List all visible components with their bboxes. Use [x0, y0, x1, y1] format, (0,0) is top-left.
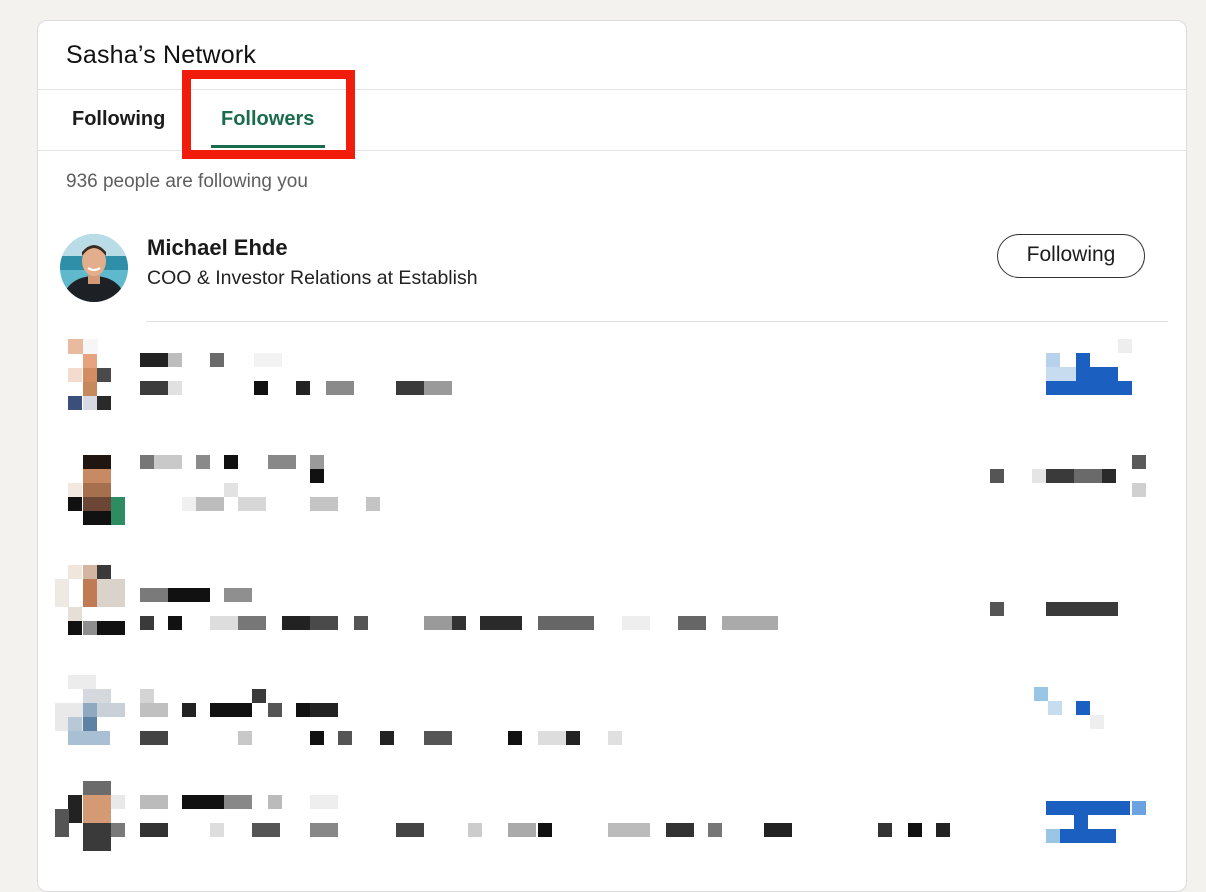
list-item: Michael Ehde COO & Investor Relations at… — [38, 221, 1186, 321]
redacted-list-item[interactable] — [38, 331, 1186, 441]
network-card: Sasha’s Network Following Followers 936 … — [37, 20, 1187, 892]
page-title: Sasha’s Network — [66, 41, 257, 69]
redacted-list-item[interactable] — [38, 771, 1186, 881]
follower-headline: COO & Investor Relations at Establish — [147, 267, 478, 289]
tab-following[interactable]: Following — [72, 90, 165, 150]
avatar[interactable] — [60, 234, 128, 302]
followers-count: 936 people are following you — [66, 171, 308, 192]
following-button[interactable]: Following — [997, 234, 1145, 278]
follower-name[interactable]: Michael Ehde — [147, 235, 288, 261]
redacted-list-item[interactable] — [38, 551, 1186, 661]
highlight-box — [182, 70, 355, 159]
redacted-list-item[interactable] — [38, 661, 1186, 771]
redacted-list-item[interactable] — [38, 441, 1186, 551]
row-divider — [146, 321, 1168, 322]
